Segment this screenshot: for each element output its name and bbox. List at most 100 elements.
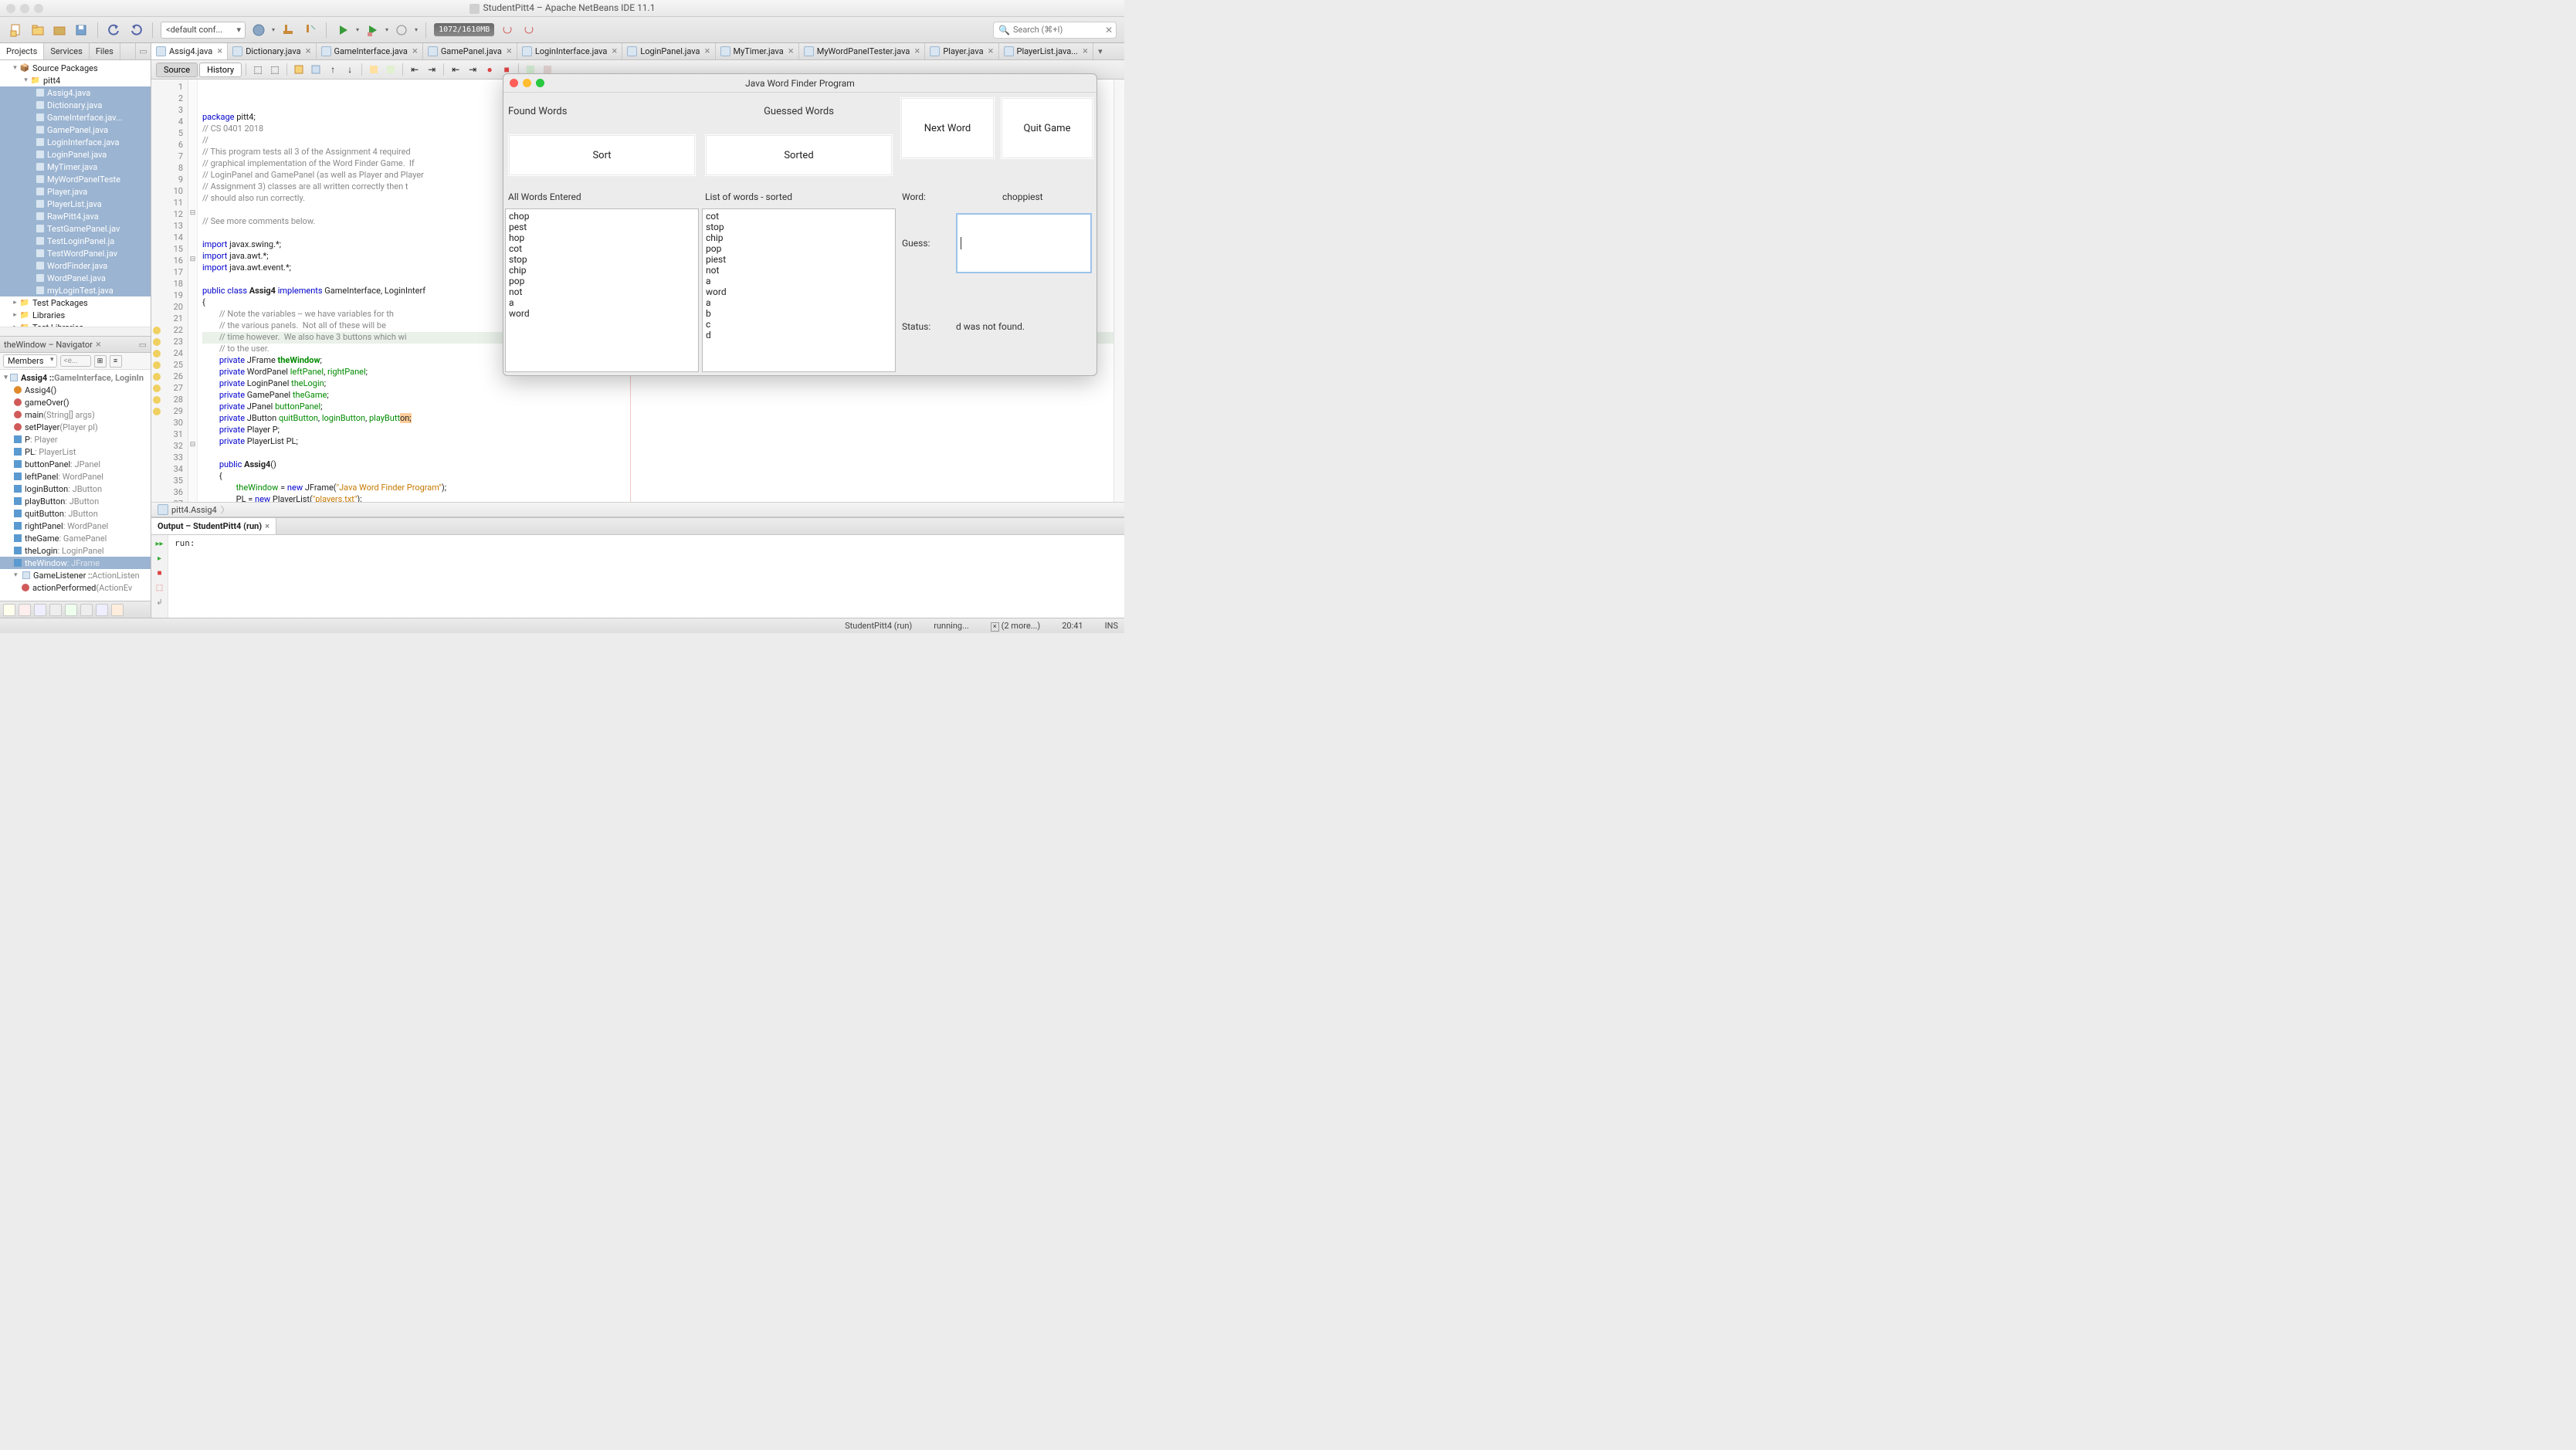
fold-marker[interactable]	[188, 221, 197, 232]
nav-member[interactable]: rightPanel : WordPanel	[0, 520, 151, 532]
fold-marker[interactable]	[188, 418, 197, 429]
file-tab[interactable]: PlayerList.java...×	[999, 43, 1093, 59]
output-run-icon[interactable]: ▸	[154, 552, 166, 564]
line-number[interactable]: 34	[151, 464, 188, 476]
gc-button-2[interactable]	[520, 22, 537, 39]
next-word-button[interactable]: Next Word	[900, 97, 995, 159]
navigator-option1-button[interactable]: ⊞	[94, 355, 107, 368]
fold-marker[interactable]	[188, 174, 197, 186]
tree-file[interactable]: WordPanel.java	[0, 272, 151, 284]
tree-file[interactable]: GamePanel.java	[0, 124, 151, 136]
tab-close-icon[interactable]: ×	[505, 46, 514, 57]
breadcrumb-bar[interactable]: pitt4.Assig4 〉	[151, 502, 1124, 517]
fold-marker[interactable]	[188, 267, 197, 279]
list-item[interactable]: b	[706, 308, 892, 319]
tab-close-icon[interactable]: ×	[703, 46, 712, 57]
output-tab-close-icon[interactable]: ×	[265, 521, 269, 531]
find-selection-button[interactable]	[309, 63, 323, 76]
output-rerun-icon[interactable]: ▸▸	[154, 537, 166, 550]
nav-member[interactable]: ▾GameListener :: ActionListen	[0, 569, 151, 581]
zoom-window-icon[interactable]	[34, 4, 43, 13]
list-item[interactable]: stop	[706, 222, 892, 232]
java-word-finder-window[interactable]: Java Word Finder Program Found Words Gue…	[503, 73, 1097, 376]
search-input[interactable]	[1013, 25, 1100, 35]
nav-member[interactable]: P : Player	[0, 433, 151, 446]
line-number[interactable]: 26	[151, 371, 188, 383]
fold-marker[interactable]	[188, 163, 197, 174]
tree-file[interactable]: PlayerList.java	[0, 198, 151, 210]
file-tab[interactable]: MyTimer.java×	[716, 43, 799, 59]
gc-button-1[interactable]	[499, 22, 516, 39]
tab-close-icon[interactable]: ×	[411, 46, 419, 57]
output-console[interactable]: run:	[168, 535, 1124, 618]
minimize-left-panel-icon[interactable]: ▭	[135, 43, 151, 59]
navigator-minimize-icon[interactable]: ▭	[139, 340, 147, 350]
line-number-gutter[interactable]: 1234567891011121314151617181920212223242…	[151, 80, 188, 502]
list-item[interactable]: pop	[706, 243, 892, 254]
code-line[interactable]: {	[202, 471, 1113, 483]
fold-marker[interactable]: ⊟	[188, 256, 197, 267]
line-number[interactable]: 6	[151, 140, 188, 151]
nav-filter-3[interactable]	[34, 604, 46, 616]
line-number[interactable]: 1	[151, 82, 188, 93]
file-tab[interactable]: GamePanel.java×	[423, 43, 517, 59]
profile-button[interactable]	[393, 22, 410, 39]
list-item[interactable]: not	[706, 265, 892, 276]
navigator-filter-input[interactable]: <e...	[60, 355, 91, 367]
navigator-view-dropdown[interactable]: Members	[3, 354, 57, 368]
tree-file[interactable]: LoginPanel.java	[0, 148, 151, 161]
line-number[interactable]: 22	[151, 325, 188, 337]
nav-filter-8[interactable]	[111, 604, 124, 616]
fold-marker[interactable]: ⊟	[188, 441, 197, 452]
nav-filter-1[interactable]	[3, 604, 15, 616]
clear-search-icon[interactable]: ✕	[1105, 25, 1113, 36]
fold-marker[interactable]	[188, 476, 197, 487]
tree-folder[interactable]: ▸📁Test Libraries	[0, 321, 151, 327]
line-number[interactable]: 7	[151, 151, 188, 163]
nav-member[interactable]: theWindow : JFrame	[0, 557, 151, 569]
find-next-button[interactable]: ↓	[343, 63, 357, 76]
fold-marker[interactable]	[188, 82, 197, 93]
line-number[interactable]: 17	[151, 267, 188, 279]
toggle-highlight-button[interactable]	[367, 63, 381, 76]
line-number[interactable]: 27	[151, 383, 188, 395]
redo-button[interactable]	[127, 22, 144, 39]
fold-marker[interactable]	[188, 140, 197, 151]
line-number[interactable]: 31	[151, 429, 188, 441]
list-item[interactable]: pop	[509, 276, 695, 286]
fold-marker[interactable]	[188, 93, 197, 105]
line-number[interactable]: 33	[151, 452, 188, 464]
line-number[interactable]: 16	[151, 256, 188, 267]
run-config-dropdown[interactable]: <default conf...	[161, 22, 246, 39]
nav-member[interactable]: main(String[] args)	[0, 408, 151, 421]
next-bookmark-button[interactable]: ⇥	[425, 63, 439, 76]
tabs-overflow-button[interactable]: ▾	[1093, 43, 1107, 59]
file-tab[interactable]: GameInterface.java×	[317, 43, 423, 59]
tab-close-icon[interactable]: ×	[610, 46, 619, 57]
tree-scrollbar[interactable]	[0, 327, 151, 336]
tab-close-icon[interactable]: ×	[304, 46, 313, 57]
line-number[interactable]: 4	[151, 117, 188, 128]
tab-close-icon[interactable]: ×	[987, 46, 995, 57]
java-titlebar[interactable]: Java Word Finder Program	[503, 74, 1096, 93]
tab-services[interactable]: Services	[44, 43, 89, 59]
code-line[interactable]: private JButton quitButton, loginButton,…	[202, 413, 1113, 425]
line-number[interactable]: 15	[151, 244, 188, 256]
run-button[interactable]	[334, 22, 351, 39]
tab-projects[interactable]: Projects	[0, 43, 44, 59]
line-number[interactable]: 13	[151, 221, 188, 232]
nav-class-root[interactable]: ▾Assig4 :: GameInterface, LoginIn	[0, 371, 151, 384]
nav-fwd-button[interactable]: ⬚	[268, 63, 282, 76]
tree-file[interactable]: TestWordPanel.jav	[0, 247, 151, 259]
list-item[interactable]: chop	[509, 211, 695, 222]
line-number[interactable]: 29	[151, 406, 188, 418]
list-item[interactable]: pest	[509, 222, 695, 232]
file-tab[interactable]: LoginPanel.java×	[622, 43, 715, 59]
java-zoom-icon[interactable]	[536, 79, 544, 87]
nav-member[interactable]: gameOver()	[0, 396, 151, 408]
line-number[interactable]: 24	[151, 348, 188, 360]
file-tab[interactable]: Player.java×	[925, 43, 998, 59]
guess-input[interactable]	[956, 213, 1092, 273]
nav-filter-2[interactable]	[19, 604, 31, 616]
fold-marker[interactable]	[188, 406, 197, 418]
